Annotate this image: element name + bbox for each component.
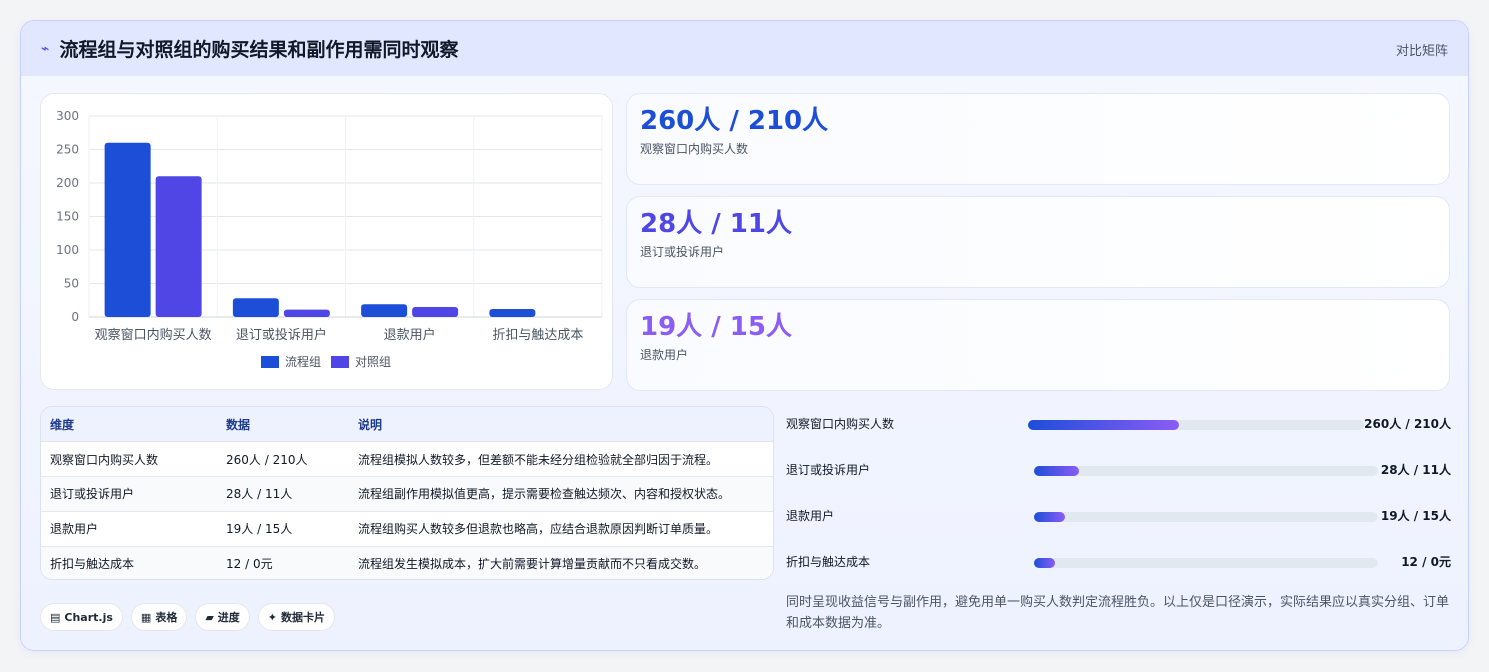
table-pill[interactable]: ▦ 表格 <box>130 603 188 631</box>
pill-label: 数据卡片 <box>281 611 326 624</box>
footnote: 同时呈现收益信号与副作用，避免用单一购买人数判定流程胜负。以上仅是口径演示，实际… <box>786 595 1450 631</box>
progress-row: 退款用户 19人 / 15人 <box>786 503 1451 527</box>
bar-control <box>155 176 202 317</box>
pill-label: Chart.js <box>64 610 113 624</box>
table-cell: 19人 / 15人 <box>217 510 349 547</box>
bar-chart: 0 50 100 150 200 250 300 观察窗口内购买人数 退订或投诉用户 退款用户 折扣… <box>40 93 613 390</box>
sparkle-icon: ✦ <box>267 610 278 624</box>
legend-swatch <box>331 356 349 368</box>
stat-label: 观察窗口内购买人数 <box>640 142 749 156</box>
progress-fill <box>1034 512 1065 522</box>
y-tick-label: 0 <box>71 310 79 324</box>
table-row: 退款用户 19人 / 15人 流程组购买人数较多但退款也略高，应结合退款原因判断… <box>41 510 773 547</box>
stat-value: 260人 / 210人 <box>640 106 829 136</box>
comparison-card: ⌁ 流程组与对照组的购买结果和副作用需同时观察 对比矩阵 0 50 100 150 20… <box>20 20 1469 651</box>
data-card-pill[interactable]: ✦ 数据卡片 <box>257 603 336 631</box>
table-cell: 退订或投诉用户 <box>41 476 217 512</box>
table-cell: 流程组发生模拟成本，扩大前需要计算增量贡献而不只看成交数。 <box>349 545 773 579</box>
progress-value: 260人 / 210人 <box>1364 417 1451 431</box>
header-tag: 对比矩阵 <box>1395 44 1448 59</box>
y-tick-label: 250 <box>56 143 79 157</box>
progress-track <box>1034 512 1378 522</box>
progress-row: 观察窗口内购买人数 260人 / 210人 <box>786 411 1451 435</box>
progress-track <box>1034 466 1378 476</box>
x-tick-label: 折扣与触达成本 <box>492 328 583 343</box>
table-row: 退订或投诉用户 28人 / 11人 流程组副作用模拟值更高，提示需要检查触达频次… <box>41 476 773 512</box>
table-cell: 观察窗口内购买人数 <box>41 441 217 477</box>
progress-pill[interactable]: ▰ 进度 <box>195 603 250 631</box>
progress-label: 退订或投诉用户 <box>786 463 871 477</box>
y-tick-label: 300 <box>56 109 79 123</box>
chartjs-pill[interactable]: ▤ Chart.js <box>40 603 123 631</box>
y-tick-label: 200 <box>56 176 79 190</box>
x-tick-label: 退款用户 <box>384 327 436 343</box>
column-header: 数据 <box>217 407 349 442</box>
table-cell: 流程组副作用模拟值更高，提示需要检查触达频次、内容和授权状态。 <box>349 476 773 512</box>
stat-card-purchases: 260人 / 210人 观察窗口内购买人数 <box>626 93 1450 185</box>
pulse-icon: ⌁ <box>41 40 50 57</box>
y-tick-label: 150 <box>56 210 79 224</box>
pill-label: 进度 <box>217 611 240 624</box>
progress-label: 观察窗口内购买人数 <box>786 417 895 431</box>
table-row: 观察窗口内购买人数 260人 / 210人 流程组模拟人数较多，但差额不能未经分… <box>41 441 773 477</box>
table-icon: ▦ <box>140 610 152 624</box>
table-cell: 流程组模拟人数较多，但差额不能未经分组检验就全部归因于流程。 <box>349 441 773 477</box>
progress-label: 折扣与触达成本 <box>786 555 871 569</box>
progress-value: 28人 / 11人 <box>1380 463 1451 477</box>
card-title: 流程组与对照组的购买结果和副作用需同时观察 <box>59 39 459 61</box>
column-header: 说明 <box>349 407 773 442</box>
chart-icon: ▤ <box>50 610 61 624</box>
table-row: 折扣与触达成本 12 / 0元 流程组发生模拟成本，扩大前需要计算增量贡献而不只… <box>41 545 773 579</box>
progress-icon: ▰ <box>205 610 214 624</box>
table-cell: 退款用户 <box>41 510 217 547</box>
progress-fill <box>1034 466 1079 476</box>
progress-value: 19人 / 15人 <box>1380 509 1451 523</box>
legend-swatch <box>261 356 279 368</box>
table-cell: 折扣与触达成本 <box>41 545 217 579</box>
bar-process <box>489 308 536 317</box>
feature-pills: ▤ Chart.js ▦ 表格 ▰ 进度 ✦ 数据卡片 <box>40 603 336 631</box>
x-tick-label: 观察窗口内购买人数 <box>95 327 212 343</box>
progress-row: 退订或投诉用户 28人 / 11人 <box>786 457 1451 481</box>
column-header: 维度 <box>41 407 217 442</box>
table-cell: 流程组购买人数较多但退款也略高，应结合退款原因判断订单质量。 <box>349 510 773 547</box>
table-cell: 260人 / 210人 <box>217 441 349 477</box>
progress-fill <box>1028 420 1180 430</box>
legend-label: 对照组 <box>355 355 391 369</box>
stat-value: 28人 / 11人 <box>640 209 792 239</box>
x-tick-label: 退订或投诉用户 <box>236 327 327 343</box>
bar-process <box>361 304 408 317</box>
stat-card-complaints: 28人 / 11人 退订或投诉用户 <box>626 196 1450 288</box>
progress-label: 退款用户 <box>786 509 835 523</box>
y-tick-label: 100 <box>56 243 79 257</box>
card-header: ⌁ 流程组与对照组的购买结果和副作用需同时观察 对比矩阵 <box>21 21 1468 76</box>
bar-chart-svg: 0 50 100 150 200 250 300 观察窗口内购买人数 退订或投诉用户 退款用户 折扣… <box>56 109 603 369</box>
progress-row: 折扣与触达成本 12 / 0元 <box>786 549 1451 573</box>
progress-track <box>1034 558 1378 568</box>
progress-value: 12 / 0元 <box>1401 555 1451 569</box>
progress-track <box>1028 420 1364 430</box>
table-cell: 12 / 0元 <box>217 545 349 579</box>
bar-process <box>232 298 279 317</box>
progress-fill <box>1034 558 1055 568</box>
legend-label: 流程组 <box>285 354 321 369</box>
stat-label: 退款用户 <box>640 348 689 362</box>
y-tick-label: 50 <box>64 277 79 291</box>
table-cell: 28人 / 11人 <box>217 476 349 512</box>
bar-control <box>412 306 459 317</box>
bar-control <box>283 309 330 317</box>
stat-card-refunds: 19人 / 15人 退款用户 <box>626 299 1450 391</box>
pill-label: 表格 <box>155 611 178 624</box>
data-table: 维度 数据 说明 观察窗口内购买人数 260人 / 210人 流程组模拟人数较多… <box>40 406 774 580</box>
table-header-row: 维度 数据 说明 <box>41 407 773 442</box>
stat-label: 退订或投诉用户 <box>640 245 725 259</box>
stat-value: 19人 / 15人 <box>640 312 792 342</box>
bar-process <box>104 142 151 317</box>
